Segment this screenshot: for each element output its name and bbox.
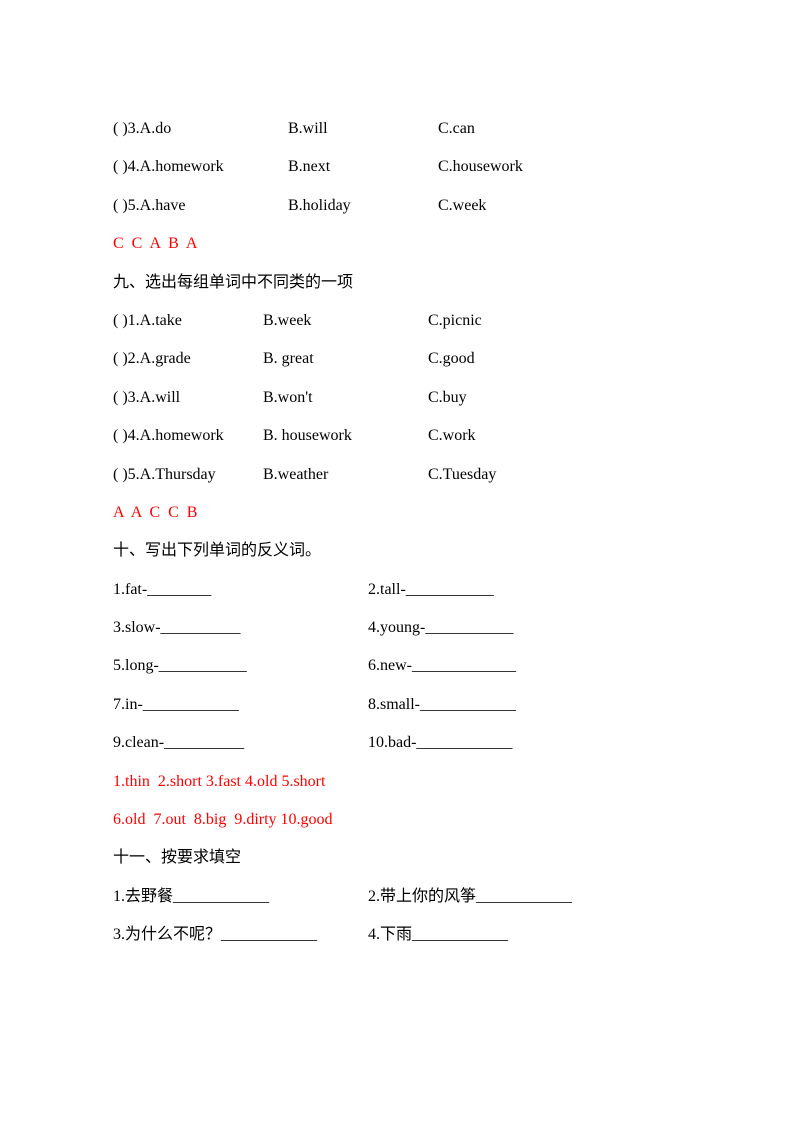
opt-b: B. great — [263, 340, 428, 378]
blank-left: 1.fat-________ — [113, 571, 368, 609]
answer-key: 1.thin 2.short 3.fast 4.old 5.short — [113, 763, 681, 801]
opt-a: ( )3.A.do — [113, 110, 288, 148]
blank-right: 4.下雨____________ — [368, 916, 508, 954]
answer-key: 6.old 7.out 8.big 9.dirty 10.good — [113, 801, 681, 839]
opt-b: B. housework — [263, 417, 428, 455]
fill-row: 7.in-____________ 8.small-____________ — [113, 686, 681, 724]
blank-left: 5.long-___________ — [113, 647, 368, 685]
blank-right: 2.tall-___________ — [368, 571, 494, 609]
mcq-row: ( )4.A.homework B. housework C.work — [113, 417, 681, 455]
mcq-row: ( )4.A.homework B.next C.housework — [113, 148, 681, 186]
fill-row: 3.为什么不呢？____________ 4.下雨____________ — [113, 916, 681, 954]
opt-a: ( )5.A.have — [113, 187, 288, 225]
opt-b: B.week — [263, 302, 428, 340]
mcq-row: ( )2.A.grade B. great C.good — [113, 340, 681, 378]
blank-left: 3.slow-__________ — [113, 609, 368, 647]
opt-a: ( )4.A.homework — [113, 148, 288, 186]
opt-b: B.won't — [263, 379, 428, 417]
section-heading: 九、选出每组单词中不同类的一项 — [113, 264, 681, 302]
opt-c: C.buy — [428, 379, 681, 417]
blank-right: 2.带上你的风筝____________ — [368, 878, 572, 916]
opt-c: C.Tuesday — [428, 456, 681, 494]
mcq-row: ( )3.A.will B.won't C.buy — [113, 379, 681, 417]
opt-a: ( )2.A.grade — [113, 340, 263, 378]
opt-c: C.good — [428, 340, 681, 378]
opt-c: C.can — [438, 110, 681, 148]
answer-key: A A C C B — [113, 494, 681, 532]
section-heading: 十一、按要求填空 — [113, 839, 681, 877]
blank-left: 7.in-____________ — [113, 686, 368, 724]
fill-row: 3.slow-__________ 4.young-___________ — [113, 609, 681, 647]
opt-a: ( )1.A.take — [113, 302, 263, 340]
fill-row: 1.去野餐____________ 2.带上你的风筝____________ — [113, 878, 681, 916]
worksheet-page: ( )3.A.do B.will C.can ( )4.A.homework B… — [0, 0, 794, 955]
answer-key: C C A B A — [113, 225, 681, 263]
opt-b: B.next — [288, 148, 438, 186]
section-heading: 十、写出下列单词的反义词。 — [113, 532, 681, 570]
blank-left: 9.clean-__________ — [113, 724, 368, 762]
fill-row: 1.fat-________ 2.tall-___________ — [113, 571, 681, 609]
fill-row: 5.long-___________ 6.new-_____________ — [113, 647, 681, 685]
mcq-row: ( )1.A.take B.week C.picnic — [113, 302, 681, 340]
mcq-row: ( )3.A.do B.will C.can — [113, 110, 681, 148]
opt-c: C.work — [428, 417, 681, 455]
opt-c: C.picnic — [428, 302, 681, 340]
blank-left: 1.去野餐____________ — [113, 878, 368, 916]
opt-c: C.week — [438, 187, 681, 225]
opt-a: ( )3.A.will — [113, 379, 263, 417]
mcq-row: ( )5.A.have B.holiday C.week — [113, 187, 681, 225]
opt-b: B.will — [288, 110, 438, 148]
opt-b: B.weather — [263, 456, 428, 494]
blank-right: 8.small-____________ — [368, 686, 516, 724]
opt-c: C.housework — [438, 148, 681, 186]
fill-row: 9.clean-__________ 10.bad-____________ — [113, 724, 681, 762]
opt-b: B.holiday — [288, 187, 438, 225]
opt-a: ( )4.A.homework — [113, 417, 263, 455]
blank-left: 3.为什么不呢？____________ — [113, 916, 368, 954]
mcq-row: ( )5.A.Thursday B.weather C.Tuesday — [113, 456, 681, 494]
blank-right: 6.new-_____________ — [368, 647, 516, 685]
blank-right: 10.bad-____________ — [368, 724, 512, 762]
blank-right: 4.young-___________ — [368, 609, 513, 647]
opt-a: ( )5.A.Thursday — [113, 456, 263, 494]
